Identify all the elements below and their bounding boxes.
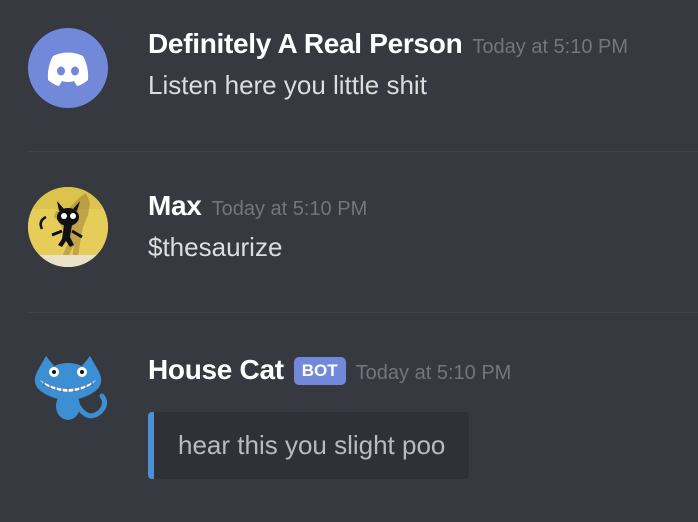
message-embed: hear this you slight poo: [148, 412, 469, 479]
message-divider: [28, 151, 698, 152]
blue-cat-avatar: [34, 356, 108, 420]
message-divider: [28, 312, 698, 313]
avatar[interactable]: [28, 28, 108, 108]
username[interactable]: Definitely A Real Person: [148, 28, 463, 60]
timestamp: Today at 5:10 PM: [355, 362, 512, 384]
discord-logo-icon: [47, 52, 89, 86]
username[interactable]: House Cat: [148, 354, 284, 386]
avatar[interactable]: [28, 350, 108, 430]
bot-badge: BOT: [293, 357, 346, 385]
timestamp: Today at 5:10 PM: [211, 198, 368, 220]
message-text: Listen here you little shit: [148, 70, 427, 100]
embed-text: hear this you slight poo: [178, 430, 446, 460]
chat-messages: Definitely A Real Person Today at 5:10 P…: [0, 0, 698, 522]
avatar[interactable]: [28, 187, 108, 267]
timestamp: Today at 5:10 PM: [472, 36, 629, 58]
username[interactable]: Max: [148, 190, 202, 222]
black-cat-cartoon-avatar: [28, 187, 108, 267]
message-text: $thesaurize: [148, 232, 283, 262]
